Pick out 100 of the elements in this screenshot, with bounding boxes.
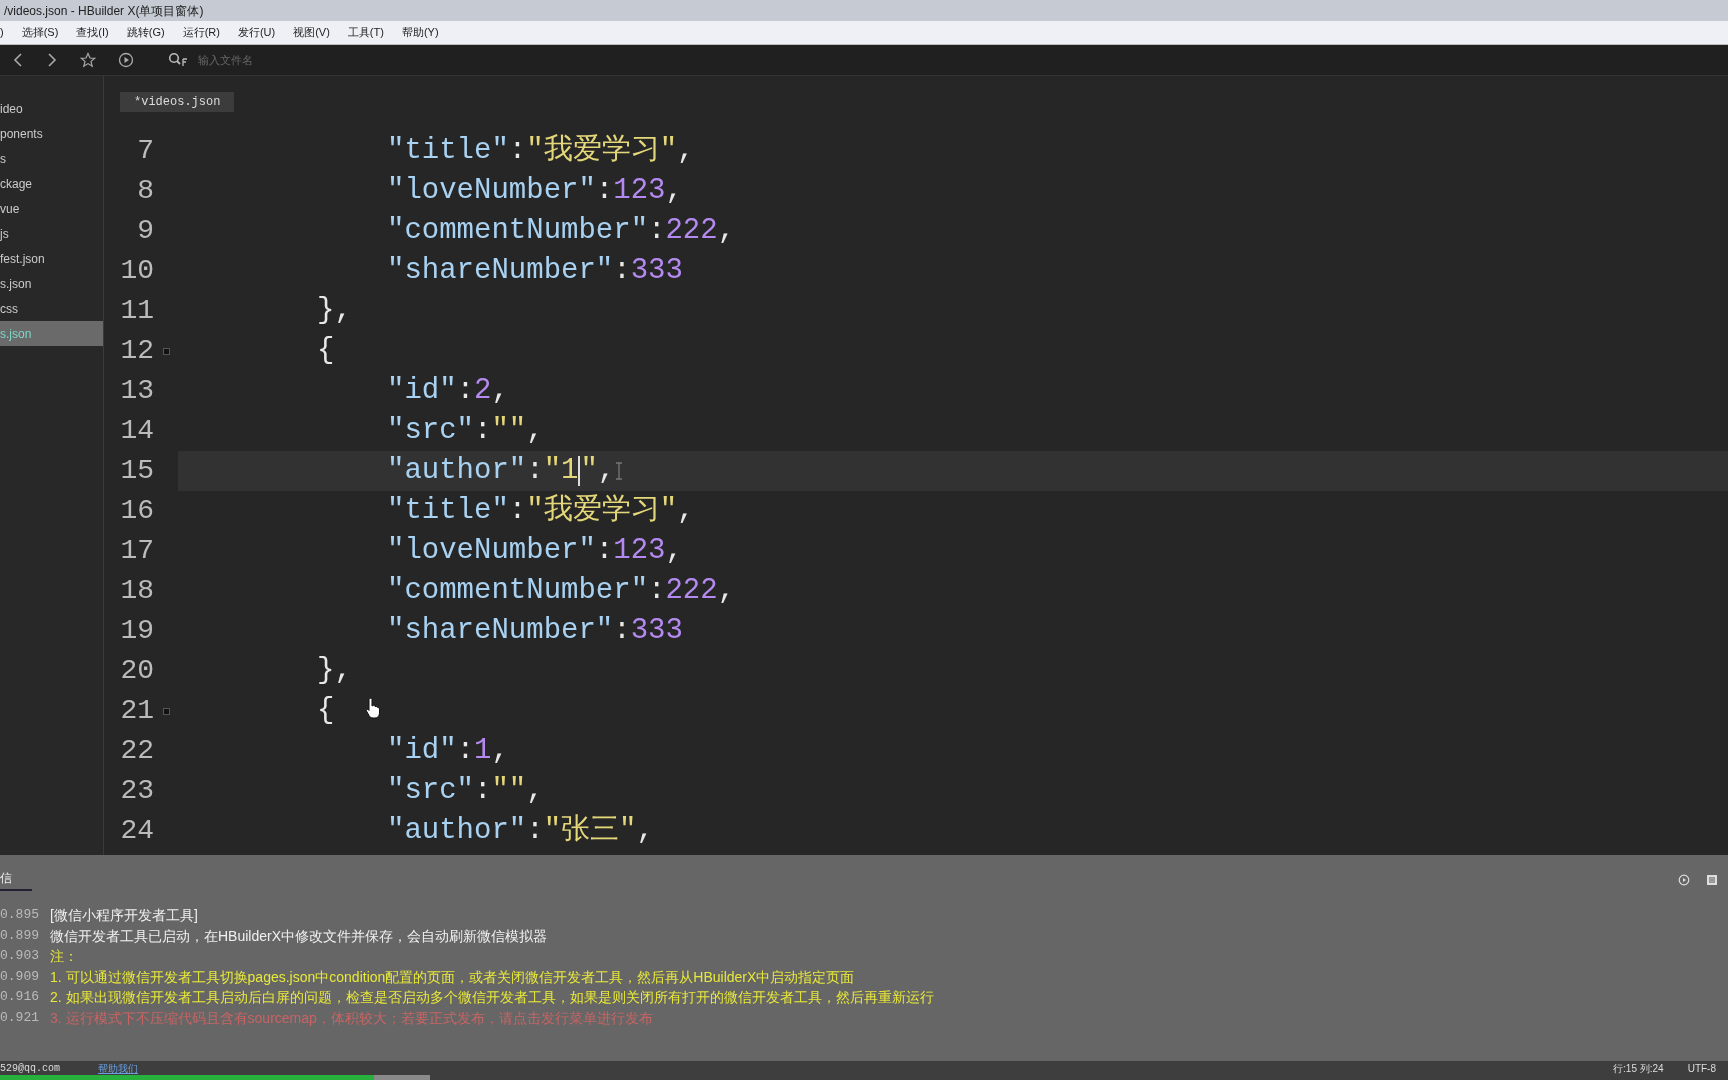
menu-item[interactable]: 工具(T) [347,24,384,41]
line-number: 20 [119,654,154,688]
line-number: 22 [119,734,154,768]
code-token: : [613,613,631,650]
search-icon[interactable] [168,52,188,68]
star-icon[interactable] [80,52,96,68]
encoding-label: UTF-8 [1687,1061,1716,1076]
menu-item[interactable]: 选择(S) [21,24,59,41]
file-tab[interactable]: *videos.json [120,92,235,112]
menu-item[interactable]: 查找(I) [76,24,109,41]
file-search-field[interactable]: 输入文件名 [198,51,498,69]
code-token: , [491,733,509,770]
file-tree-item[interactable]: s.json [0,271,103,296]
code-token: "title" [387,133,509,170]
code-token: , [677,133,695,170]
code-token: "title" [387,493,509,530]
code-token: "1 [543,453,579,490]
code-token: , [717,573,736,610]
line-number: 12 [119,334,154,368]
console-tab[interactable]: 信 [0,869,32,891]
code-token: 333 [630,253,683,290]
file-tree-item[interactable]: fest.json [0,246,103,271]
code-token: "commentNumber" [387,213,649,250]
log-message: 微信开发者工具已启动，在HBuilderX中修改文件并保存，会自动刷新微信模拟器 [50,926,548,946]
code-token: " [580,453,598,490]
code-token: "我爱学习" [526,133,678,170]
log-time: 0.895 [0,906,40,924]
code-token: "src" [387,773,474,810]
line-number: 11 [119,294,154,328]
log-time: 0.916 [0,988,40,1006]
file-tree-item[interactable]: s [0,146,103,171]
code-token: }, [317,293,352,330]
menu-item[interactable]: 运行(R) [182,24,220,41]
code-token: "shareNumber" [387,253,614,290]
back-icon[interactable] [12,52,24,68]
line-number: 17 [119,534,154,568]
code-token: : [526,813,544,850]
stop-icon[interactable] [1706,874,1718,886]
cursor-position: 行:15 列:24 [1613,1061,1664,1076]
code-token: "张三" [543,813,637,850]
line-number: 18 [119,574,154,608]
code-token: : [508,493,527,530]
code-token: : [595,533,614,570]
line-number: 16 [119,494,154,528]
line-number: 9 [136,214,154,248]
fold-marker-icon[interactable] [162,707,170,715]
code-token: "" [491,773,527,810]
help-link[interactable]: 帮助我们 [98,1060,138,1076]
line-number: 13 [119,374,154,408]
file-tree-item[interactable]: js [0,221,103,246]
menu-item[interactable]: 跳转(G) [126,24,165,41]
code-token: "id" [387,733,457,770]
menu-item[interactable]: 视图(V) [293,24,330,41]
code-token: , [526,413,544,450]
code-token: : [526,453,544,490]
log-message: 2. 如果出现微信开发者工具启动后白屏的问题，检查是否启动多个微信开发者工具，如果是则关闭所有打开的微信开发者工具，然后再重新运行 [50,988,934,1007]
play-circle-icon[interactable] [118,52,134,68]
code-token: 333 [630,613,683,650]
log-message: 注： [50,947,78,966]
line-number: 10 [119,254,154,288]
file-tree-item[interactable]: vue [0,196,103,221]
forward-icon[interactable] [46,52,58,68]
code-token: { [317,693,335,730]
code-token: : [456,733,475,770]
code-token: "" [491,413,527,450]
hand-cursor-icon [365,697,381,719]
code-token: , [665,533,683,570]
file-tree-item[interactable]: ckage [0,171,103,196]
code-token: , [665,173,683,210]
code-token: "shareNumber" [387,613,614,650]
menu-item[interactable]: ) [0,24,4,41]
menu-item[interactable]: 帮助(Y) [401,24,439,41]
code-token: "loveNumber" [387,533,596,570]
menu-item[interactable]: 发行(U) [237,24,276,41]
code-token: , [491,373,509,410]
code-token: , [636,813,654,850]
code-token: }, [317,653,352,690]
log-time: 0.903 [0,947,40,965]
line-number: 23 [119,774,154,808]
text-cursor-icon [615,462,624,480]
code-token: 222 [665,213,718,250]
code-token: "id" [387,373,457,410]
code-token: 123 [613,173,666,210]
code-token: "loveNumber" [387,173,596,210]
code-token: , [717,213,736,250]
log-time: 0.921 [0,1008,40,1027]
fold-marker-icon[interactable] [162,347,170,355]
line-number: 24 [119,814,154,848]
line-number: 7 [136,134,154,168]
restart-icon[interactable] [1678,874,1690,886]
code-token: "我爱学习" [526,493,678,530]
file-tree-item[interactable]: ponents [0,121,103,146]
account-label: 529@qq.com [0,1061,60,1076]
line-number: 8 [136,174,154,208]
code-token: : [648,213,666,250]
file-tree-item[interactable]: ideo [0,96,103,121]
line-number: 21 [119,694,154,728]
code-token: 1 [474,733,492,770]
file-tree-item[interactable]: css [0,296,103,321]
code-token: 222 [665,573,718,610]
